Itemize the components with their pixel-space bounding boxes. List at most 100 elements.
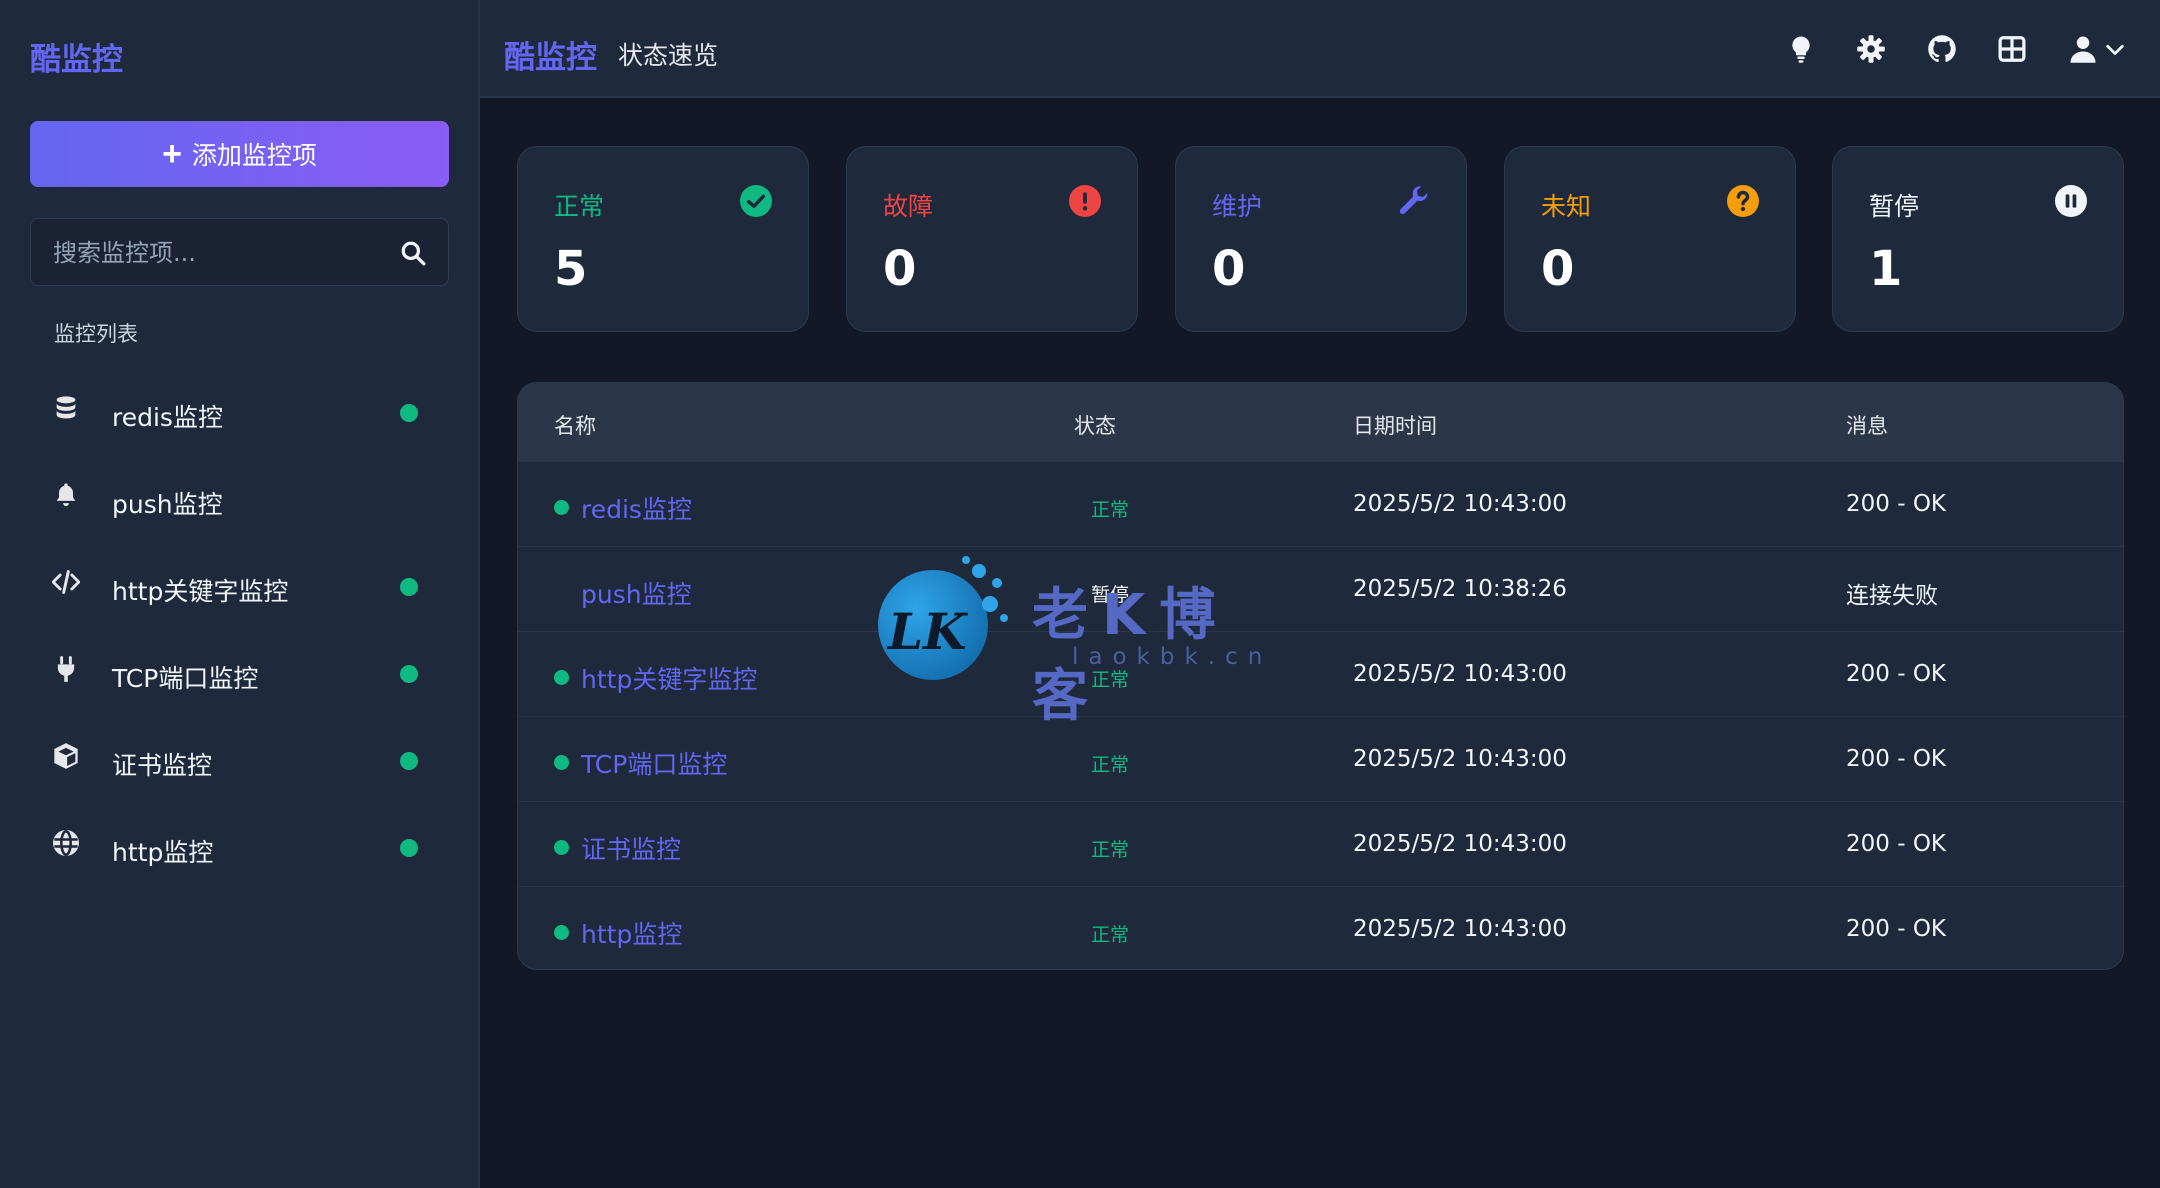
watermark-lk: LK [888,602,967,661]
monitor-link[interactable]: http监控 [581,915,682,951]
sidebar-item-push[interactable]: push监控 [30,469,449,539]
monitor-link[interactable]: http关键字监控 [581,660,757,696]
column-header-message: 消息 [1846,414,1888,438]
table-row[interactable]: TCP端口监控 正常 2025/5/2 10:43:00 200 - OK [518,716,2123,801]
globe-icon [53,830,79,856]
status-badge: 正常 [1091,839,1130,861]
search-input[interactable] [53,233,383,273]
github-icon[interactable] [1927,34,1957,64]
chevron-down-icon[interactable] [2104,34,2126,64]
watermark-drop [982,596,998,612]
exclamation-circle-icon [1069,185,1101,217]
status-card-paused[interactable]: 暂停 1 [1832,146,2124,332]
status-dot [400,752,418,770]
status-dot [554,755,569,770]
monitor-link[interactable]: push监控 [581,575,692,611]
plus-icon: + [162,135,182,173]
card-value: 1 [1869,241,1903,297]
row-datetime: 2025/5/2 10:43:00 [1353,491,1567,517]
card-label: 维护 [1212,192,1263,221]
status-dot [400,404,418,422]
lightbulb-icon[interactable] [1786,34,1816,64]
row-message: 200 - OK [1846,916,1947,942]
monitor-table: 名称 状态 日期时间 消息 redis监控 正常 2025/5/2 10:43:… [517,382,2124,970]
sidebar-item-label: http监控 [112,838,214,867]
status-badge: 正常 [1091,924,1130,946]
row-message: 200 - OK [1846,661,1947,687]
sidebar-item-label: 证书监控 [112,751,213,780]
watermark-domain: laokbk.cn [1072,644,1273,670]
status-dot [400,839,418,857]
sidebar-brand[interactable]: 酷监控 [30,34,123,79]
check-circle-icon [740,185,772,217]
status-dot [400,578,418,596]
row-message: 200 - OK [1846,831,1947,857]
sidebar-item-label: redis监控 [112,403,223,432]
wrench-icon [1399,186,1428,215]
question-circle-icon [1727,185,1759,217]
row-datetime: 2025/5/2 10:38:26 [1353,576,1567,602]
sidebar-item-label: http关键字监控 [112,577,289,606]
watermark-drop [972,564,986,578]
sidebar-item-http[interactable]: http监控 [30,817,449,887]
status-badge: 正常 [1091,499,1130,521]
card-label: 暂停 [1869,192,1920,221]
watermark-drop [1000,614,1008,622]
sidebar: 酷监控 + 添加监控项 监控列表 redis监控 push监控 http关键字监… [0,0,480,1188]
monitor-link[interactable]: TCP端口监控 [581,745,727,781]
sidebar-item-label: push监控 [112,490,223,519]
monitor-list-title: 监控列表 [54,322,138,346]
status-card-normal[interactable]: 正常 5 [517,146,809,332]
status-card-fault[interactable]: 故障 0 [846,146,1138,332]
table-row[interactable]: push监控 暂停 2025/5/2 10:38:26 连接失败 [518,546,2123,631]
row-datetime: 2025/5/2 10:43:00 [1353,831,1567,857]
watermark-logo: LK 老K博客 laokbk.cn [876,556,1296,729]
card-value: 0 [883,241,917,297]
card-label: 故障 [883,192,934,221]
card-label: 正常 [554,192,605,221]
sidebar-item-cert[interactable]: 证书监控 [30,730,449,800]
status-card-unknown[interactable]: 未知 0 [1504,146,1796,332]
grid-icon[interactable] [1997,34,2027,64]
add-monitor-button[interactable]: + 添加监控项 [30,121,449,187]
table-row[interactable]: http监控 正常 2025/5/2 10:43:00 200 - OK [518,886,2123,969]
table-row[interactable]: redis监控 正常 2025/5/2 10:43:00 200 - OK [518,461,2123,546]
column-header-status: 状态 [1074,414,1116,438]
status-dot [554,925,569,940]
monitor-link[interactable]: 证书监控 [581,830,681,866]
card-value: 0 [1541,241,1575,297]
sidebar-item-tcp[interactable]: TCP端口监控 [30,643,449,713]
table-row[interactable]: 证书监控 正常 2025/5/2 10:43:00 200 - OK [518,801,2123,886]
page-title: 状态速览 [618,41,719,70]
table-row[interactable]: http关键字监控 正常 2025/5/2 10:43:00 200 - OK [518,631,2123,716]
status-dot [554,840,569,855]
top-bar: 酷监控 状态速览 [480,0,2160,98]
sidebar-item-label: TCP端口监控 [112,664,259,693]
card-value: 5 [554,241,588,297]
status-dot [554,670,569,685]
gear-icon[interactable] [1856,34,1886,64]
row-datetime: 2025/5/2 10:43:00 [1353,661,1567,687]
status-dot [554,500,569,515]
sidebar-item-redis[interactable]: redis监控 [30,382,449,452]
column-header-datetime: 日期时间 [1353,414,1437,438]
card-value: 0 [1212,241,1246,297]
row-datetime: 2025/5/2 10:43:00 [1353,916,1567,942]
cube-icon [54,743,78,769]
status-dot [400,665,418,683]
watermark-drop [962,556,970,564]
top-brand[interactable]: 酷监控 [504,32,597,77]
row-message: 连接失败 [1846,583,1938,609]
search-icon[interactable] [400,240,426,266]
row-message: 200 - OK [1846,746,1947,772]
sidebar-item-http-keyword[interactable]: http关键字监控 [30,556,449,626]
status-badge: 正常 [1091,754,1130,776]
monitor-link[interactable]: redis监控 [581,490,692,526]
search-box [30,218,449,286]
bell-icon [56,483,76,507]
status-card-maintenance[interactable]: 维护 0 [1175,146,1467,332]
card-label: 未知 [1541,192,1592,221]
user-icon[interactable] [2068,34,2098,64]
column-header-name: 名称 [554,414,596,438]
database-icon [56,396,76,419]
